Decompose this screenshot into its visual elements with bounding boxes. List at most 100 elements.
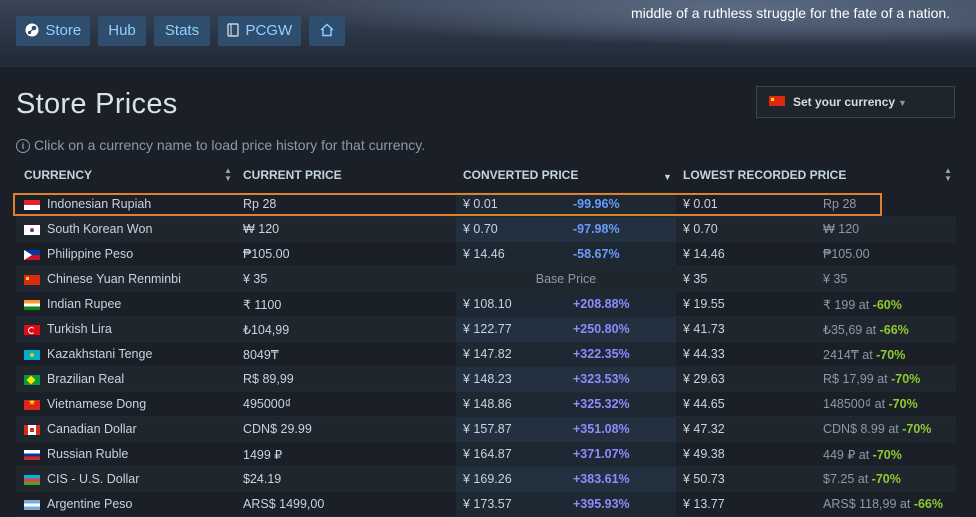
column-converted-price[interactable]: CONVERTED PRICE <box>463 168 578 182</box>
lowest-local-price: Rp 28 <box>823 197 856 211</box>
lowest-converted-price: ¥ 13.77 <box>683 497 725 511</box>
converted-price: ¥ 173.57 <box>463 497 512 511</box>
percent-difference: +383.61% <box>573 472 630 486</box>
current-price: 8049₸ <box>243 348 279 362</box>
converted-price: ¥ 164.87 <box>463 447 512 461</box>
lowest-converted-price: ¥ 14.46 <box>683 247 725 261</box>
currency-name[interactable]: Kazakhstani Tenge <box>47 347 152 361</box>
hint-text: i Click on a currency name to load price … <box>16 137 425 153</box>
set-currency-label: Set your currency <box>793 95 896 109</box>
current-price: Rp 28 <box>243 197 277 211</box>
lowest-local-price: ₱105.00 <box>823 247 870 261</box>
lowest-local-value: Rp 28 <box>823 197 857 211</box>
lowest-local-price: 2414₸ at -70% <box>823 347 905 362</box>
lowest-local-price: ₩ 120 <box>823 222 859 236</box>
table-row[interactable]: Kazakhstani Tenge 8049₸ ¥ 147.82 +322.35% ¥ … <box>16 342 956 367</box>
lowest-at-label: at <box>871 397 889 411</box>
currency-name[interactable]: Philippine Peso <box>47 247 133 261</box>
converted-price: ¥ 147.82 <box>463 347 512 361</box>
converted-price: ¥ 0.70 <box>463 222 498 236</box>
currency-name[interactable]: Indian Rupee <box>47 297 121 311</box>
currency-name[interactable]: South Korean Won <box>47 222 152 236</box>
lowest-local-price: 449 ₽ at -70% <box>823 447 902 462</box>
set-currency-button[interactable]: Set your currency ▼ <box>756 86 955 118</box>
currency-name[interactable]: Vietnamese Dong <box>47 397 146 411</box>
current-price: 1499 ₽ <box>243 448 283 462</box>
base-price-label: Base Price <box>535 272 597 286</box>
current-price: ARS$ 1499,00 <box>243 497 325 511</box>
converted-price: ¥ 0.01 <box>463 197 498 211</box>
currency-name[interactable]: Canadian Dollar <box>47 422 137 436</box>
lowest-at-label: at <box>855 448 873 462</box>
sort-icon[interactable]: ▲ ▼ <box>224 167 232 183</box>
book-icon <box>227 23 243 38</box>
store-label: Store <box>45 22 82 39</box>
lowest-converted-price: ¥ 44.65 <box>683 397 725 411</box>
currency-name[interactable]: Indonesian Rupiah <box>47 197 151 211</box>
percent-difference: -97.98% <box>573 222 620 236</box>
percent-difference: +325.32% <box>573 397 630 411</box>
flag-icon <box>24 375 40 385</box>
lowest-converted-price: ¥ 44.33 <box>683 347 725 361</box>
currency-name[interactable]: Chinese Yuan Renminbi <box>47 272 181 286</box>
page-title: Store Prices <box>16 88 178 120</box>
stats-label: Stats <box>164 22 200 39</box>
discount-badge: -70% <box>891 372 921 386</box>
current-price: $24.19 <box>243 472 282 486</box>
percent-difference: +395.93% <box>573 497 630 511</box>
hub-button[interactable]: Hub <box>98 16 146 46</box>
table-row[interactable]: Indonesian Rupiah Rp 28 ¥ 0.01 -99.96% ¥ 0.0… <box>16 192 956 217</box>
lowest-at-label: at <box>862 323 880 337</box>
table-row[interactable]: Turkish Lira ₺104,99 ¥ 122.77 +250.80% ¥ 41.… <box>16 317 956 342</box>
sort-down-icon[interactable]: ▼ <box>663 172 672 182</box>
home-icon <box>320 22 334 39</box>
discount-badge: -60% <box>872 298 902 312</box>
table-row[interactable]: Chinese Yuan Renminbi ¥ 35 Base Price ¥ 35 ¥… <box>16 267 956 292</box>
converted-price: ¥ 122.77 <box>463 322 512 336</box>
table-row[interactable]: Argentine Peso ARS$ 1499,00 ¥ 173.57 +395.9… <box>16 492 956 517</box>
header-banner: middle of a ruthless struggle for the fa… <box>0 0 976 67</box>
percent-difference: +323.53% <box>573 372 630 386</box>
table-row[interactable]: South Korean Won ₩ 120 ¥ 0.70 -97.98% ¥ 0.70… <box>16 217 956 242</box>
currency-name[interactable]: Argentine Peso <box>47 497 132 511</box>
percent-difference: -58.67% <box>573 247 620 261</box>
converted-price: ¥ 169.26 <box>463 472 512 486</box>
lowest-converted-price: ¥ 49.38 <box>683 447 725 461</box>
home-button[interactable] <box>309 16 345 46</box>
currency-name[interactable]: CIS - U.S. Dollar <box>47 472 139 486</box>
percent-difference: +208.88% <box>573 297 630 311</box>
table-row[interactable]: Vietnamese Dong 495000₫ ¥ 148.86 +325.32% ¥ … <box>16 392 956 417</box>
hint-label: Click on a currency name to load price h… <box>34 137 426 153</box>
column-lowest-recorded[interactable]: LOWEST RECORDED PRICE <box>683 168 846 182</box>
currency-name[interactable]: Russian Ruble <box>47 447 128 461</box>
column-currency[interactable]: CURRENCY <box>24 168 92 182</box>
table-row[interactable]: Philippine Peso ₱105.00 ¥ 14.46 -58.67% ¥ 14… <box>16 242 956 267</box>
table-row[interactable]: CIS - U.S. Dollar $24.19 ¥ 169.26 +383.61% ¥… <box>16 467 956 492</box>
currency-name[interactable]: Turkish Lira <box>47 322 112 336</box>
table-row[interactable]: Russian Ruble 1499 ₽ ¥ 164.87 +371.07% ¥ 49.… <box>16 442 956 467</box>
table-row[interactable]: Canadian Dollar CDN$ 29.99 ¥ 157.87 +351.08… <box>16 417 956 442</box>
store-button[interactable]: Store <box>16 16 90 46</box>
lowest-local-value: 2414₸ <box>823 348 859 362</box>
caret-down-icon: ▼ <box>898 98 907 108</box>
column-current-price[interactable]: CURRENT PRICE <box>243 168 342 182</box>
lowest-at-label: at <box>858 348 877 362</box>
currency-name[interactable]: Brazilian Real <box>47 372 124 386</box>
converted-price: ¥ 148.23 <box>463 372 512 386</box>
stats-button[interactable]: Stats <box>154 16 210 46</box>
discount-badge: -70% <box>872 448 902 462</box>
flag-icon <box>24 225 40 235</box>
current-price: ₺104,99 <box>243 323 290 337</box>
percent-difference: +351.08% <box>573 422 630 436</box>
sort-icon[interactable]: ▲ ▼ <box>944 167 952 183</box>
pcgw-button[interactable]: PCGW <box>218 16 301 46</box>
current-price: ₱105.00 <box>243 247 290 261</box>
table-row[interactable]: Indian Rupee ₹ 1100 ¥ 108.10 +208.88% ¥ 19.5… <box>16 292 956 317</box>
discount-badge: -66% <box>913 497 943 511</box>
table-row[interactable]: Brazilian Real R$ 89,99 ¥ 148.23 +323.53% ¥ … <box>16 367 956 392</box>
lowest-converted-price: ¥ 29.63 <box>683 372 725 386</box>
discount-badge: -66% <box>879 323 909 337</box>
lowest-local-value: R$ 17,99 <box>823 372 874 386</box>
discount-badge: -70% <box>876 348 906 362</box>
lowest-at-label: at <box>896 497 914 511</box>
